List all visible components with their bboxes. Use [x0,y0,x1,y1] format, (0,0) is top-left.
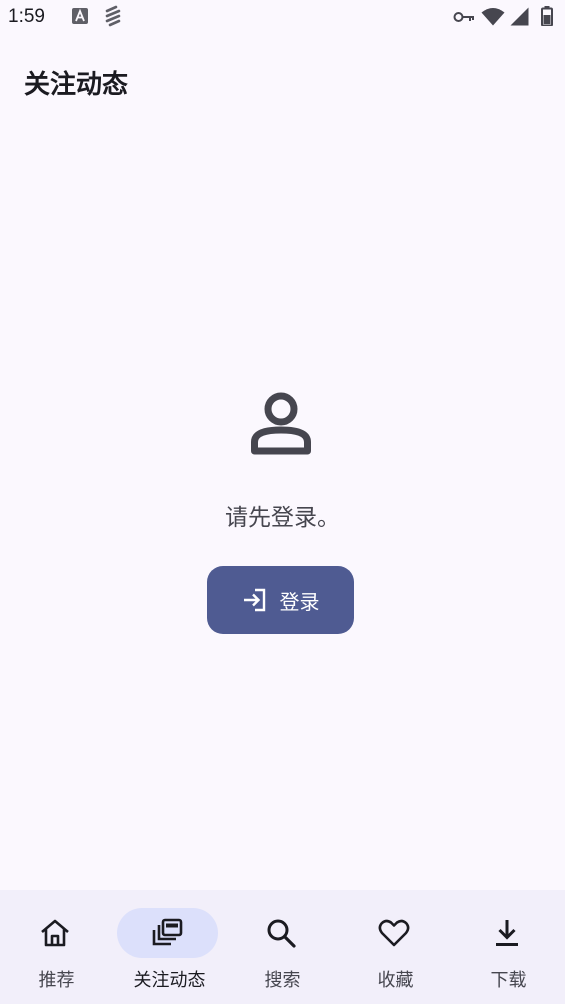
subscriptions-icon [152,918,183,946]
bottom-navigation: 推荐 关注动态 搜索 收藏 下载 [0,890,565,1004]
signal-icon [510,7,529,26]
nav-item-recommend[interactable]: 推荐 [0,890,113,1004]
nav-label-downloads: 下载 [490,970,527,991]
nav-item-downloads[interactable]: 下载 [452,890,565,1004]
nav-label-favorites: 收藏 [377,970,414,991]
nav-label-recommend: 推荐 [38,970,75,991]
person-icon [251,392,311,455]
wifi-icon [481,8,505,26]
home-icon [41,919,69,947]
login-button[interactable]: 登录 [207,566,354,634]
page-title: 关注动态 [24,70,129,100]
login-button-label: 登录 [279,589,320,614]
nav-label-search: 搜索 [264,970,301,991]
nav-item-following[interactable]: 关注动态 [113,890,226,1004]
gesture-bar [0,1000,565,1004]
top-app-bar: 关注动态 [0,34,565,130]
heart-icon [378,919,410,947]
search-icon [267,919,296,948]
battery-icon [541,6,553,26]
download-icon [496,920,518,946]
a11y-icon [72,8,88,24]
nav-item-favorites[interactable]: 收藏 [339,890,452,1004]
status-bar: 1:59 [0,0,565,34]
bolt-icon [105,5,121,27]
login-required-message: 请先登录。 [225,505,340,531]
login-icon [243,588,265,612]
nav-label-following: 关注动态 [133,970,206,991]
key-icon [453,12,474,22]
nav-item-search[interactable]: 搜索 [226,890,339,1004]
status-time: 1:59 [8,6,45,27]
